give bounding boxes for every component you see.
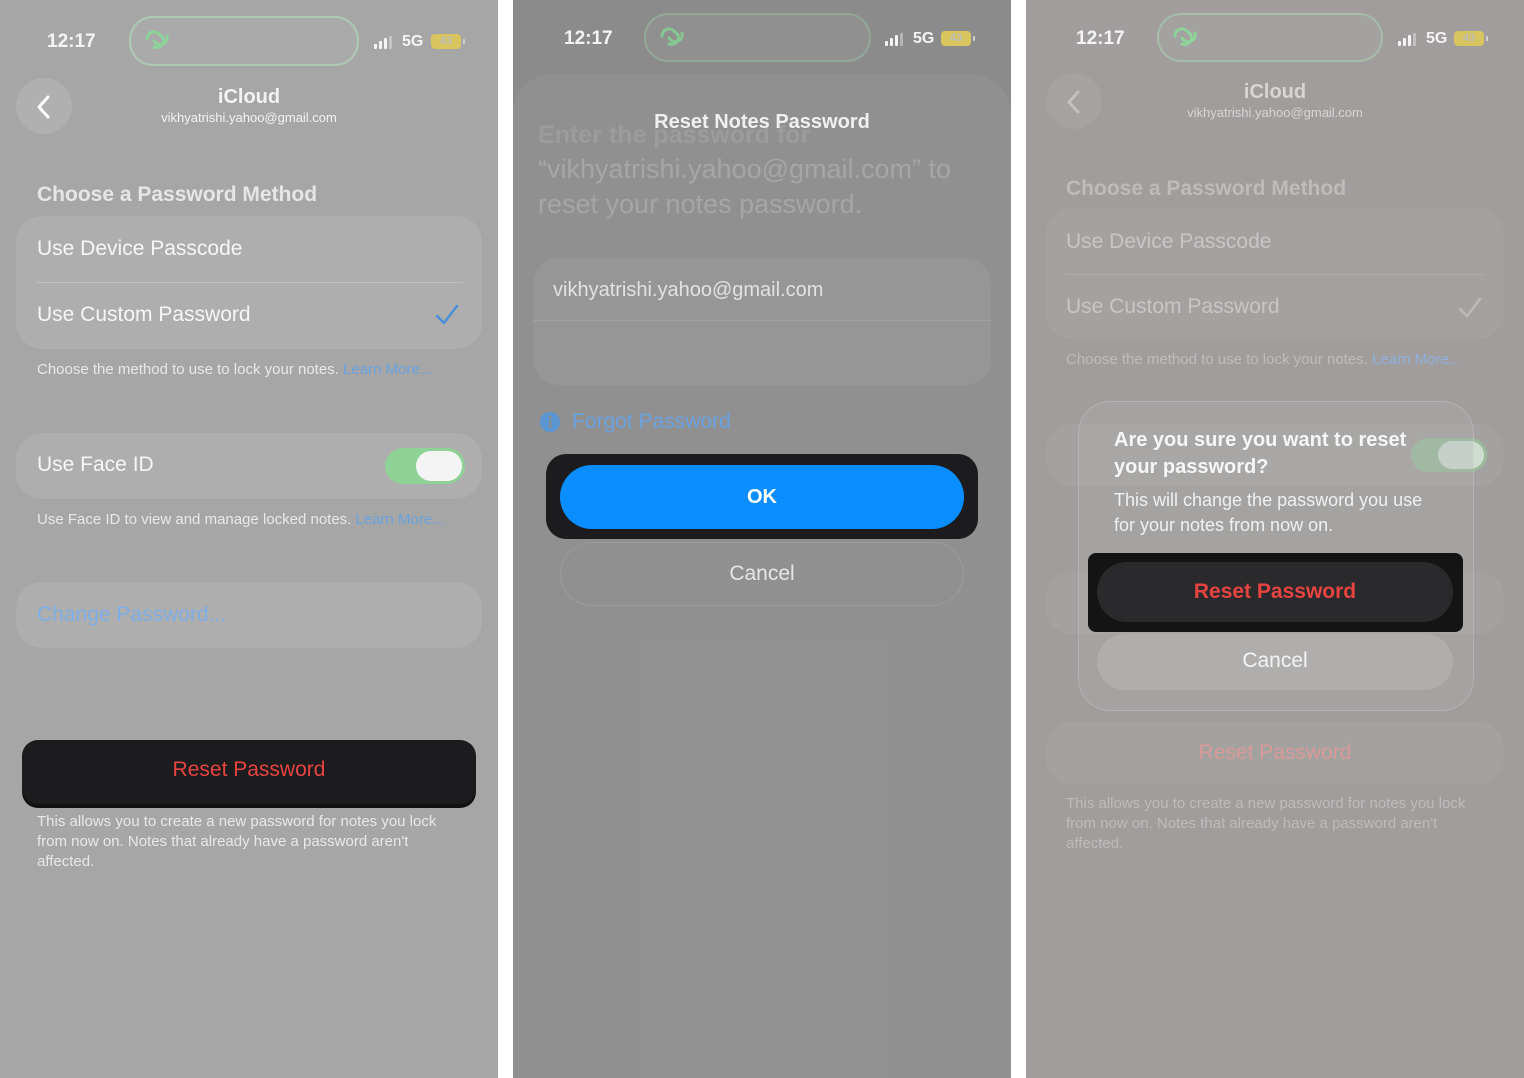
reset-footnote: This allows you to create a new password… (37, 813, 437, 870)
learn-more-link[interactable]: Learn More... (1372, 351, 1461, 368)
chevron-left-icon (37, 95, 50, 119)
alert-cancel-label[interactable]: Cancel (1097, 649, 1453, 673)
reset-password-label[interactable]: Reset Password (22, 758, 476, 782)
sheet-instruction: “vikhyatrishi.yahoo@gmail.com” to reset … (538, 154, 952, 219)
face-id-label: Use Face ID (37, 453, 154, 476)
status-time: 12:17 (1076, 28, 1125, 49)
dynamic-island (1157, 13, 1383, 62)
ok-button[interactable]: OK (560, 465, 964, 529)
chevron-left-icon (1067, 90, 1080, 114)
app-link-icon (1173, 27, 1197, 46)
face-id-footnote-text: Use Face ID to view and manage locked no… (37, 511, 352, 528)
status-time: 12:17 (47, 31, 96, 52)
screen-reset-notes-password: 12:17 5G 43 Enter the password for Reset… (513, 0, 1011, 1078)
network-type: 5G (402, 33, 424, 50)
battery-icon: 43 (1454, 31, 1488, 46)
section-header: Choose a Password Method (37, 183, 318, 206)
section-header: Choose a Password Method (1066, 177, 1347, 200)
field-divider (533, 320, 991, 321)
nav-title: iCloud (1243, 81, 1307, 103)
nav-title: iCloud (217, 86, 281, 108)
back-button[interactable] (1046, 73, 1102, 129)
option-device-passcode[interactable]: Use Device Passcode (37, 237, 242, 261)
method-footnote-text: Choose the method to use to lock your no… (37, 361, 339, 378)
dynamic-island (129, 16, 359, 66)
screen-notes-password-settings: 12:17 5G 43 iCloud vikhyatrishi.yahoo@gm… (0, 0, 498, 1078)
app-link-icon (145, 30, 169, 49)
option-custom-password[interactable]: Use Custom Password (37, 303, 251, 327)
learn-more-link[interactable]: Learn More... (356, 511, 445, 528)
toggle-knob (416, 451, 462, 481)
method-footnote-text: Choose the method to use to lock your no… (1066, 351, 1368, 368)
checkmark-icon (435, 304, 459, 325)
alert-message: This will change the password you use fo… (1114, 490, 1423, 535)
face-id-footnote: Use Face ID to view and manage locked no… (37, 510, 467, 530)
option-custom-password[interactable]: Use Custom Password (1066, 295, 1280, 319)
checkmark-icon (1458, 297, 1482, 318)
option-device-passcode[interactable]: Use Device Passcode (1066, 230, 1271, 254)
network-type: 5G (913, 30, 935, 47)
dynamic-island (644, 13, 871, 62)
row-divider (1066, 274, 1484, 275)
method-footnote: Choose the method to use to lock your no… (1066, 350, 1496, 370)
cancel-button[interactable]: Cancel (560, 542, 964, 606)
alert-title: Are you sure you want to reset your pass… (1114, 429, 1407, 478)
forgot-password-link[interactable]: Forgot Password (572, 410, 731, 434)
signal-icon (885, 33, 905, 46)
change-password-label[interactable]: Change Password... (37, 603, 226, 627)
face-id-toggle[interactable] (385, 448, 465, 484)
reset-footnote: This allows you to create a new password… (1066, 795, 1466, 852)
nav-subtitle: vikhyatrishi.yahoo@gmail.com (161, 110, 337, 125)
app-link-icon (660, 27, 684, 46)
learn-more-link[interactable]: Learn More... (343, 361, 432, 378)
signal-icon (1398, 33, 1418, 46)
back-button[interactable] (16, 78, 72, 134)
battery-icon: 43 (431, 34, 465, 49)
screen-reset-confirmation: 12:17 5G 43 iCloud vikhyatrishi.yahoo@gm… (1026, 0, 1524, 1078)
reset-password-label[interactable]: Reset Password (1046, 741, 1504, 765)
status-time: 12:17 (564, 28, 613, 49)
nav-subtitle: vikhyatrishi.yahoo@gmail.com (1187, 105, 1363, 120)
signal-icon (374, 36, 394, 49)
password-input[interactable] (533, 322, 991, 384)
account-field: vikhyatrishi.yahoo@gmail.com (553, 279, 824, 301)
alert-reset-label[interactable]: Reset Password (1097, 580, 1453, 604)
sheet-title: Reset Notes Password (654, 111, 870, 133)
method-footnote: Choose the method to use to lock your no… (37, 360, 467, 380)
network-type: 5G (1426, 30, 1448, 47)
battery-icon: 43 (941, 31, 975, 46)
info-icon (540, 412, 560, 432)
row-divider (37, 282, 463, 283)
